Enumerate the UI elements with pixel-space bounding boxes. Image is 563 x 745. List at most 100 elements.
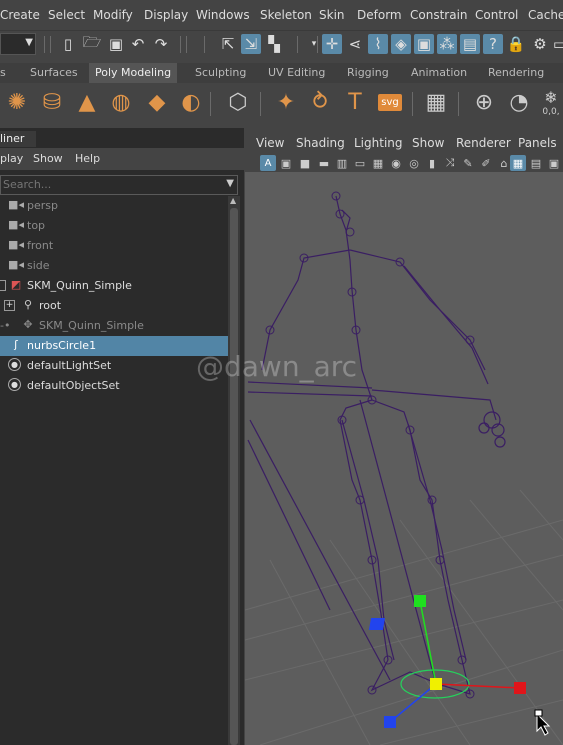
snap-view-plane-icon[interactable]: ◈ — [391, 34, 411, 54]
calculator-icon[interactable]: ▦ — [420, 86, 452, 118]
render-icon[interactable]: ⁂ — [437, 34, 457, 54]
poly-plane-icon[interactable]: ◆ — [141, 86, 173, 118]
outliner-scrollbar[interactable]: ▲ — [228, 196, 240, 745]
menu-select[interactable]: Select — [48, 8, 85, 22]
manip-z-handle[interactable] — [384, 716, 396, 728]
viewport-scene[interactable] — [245, 172, 563, 745]
manip-center-handle[interactable] — [430, 678, 442, 690]
menu-constrain[interactable]: Constrain — [410, 8, 468, 22]
sweep-mesh-icon[interactable]: ⥁ — [304, 86, 336, 118]
menu-display[interactable]: Display — [144, 8, 188, 22]
manip-x-handle[interactable] — [514, 682, 526, 694]
scrollbar-thumb[interactable] — [230, 208, 238, 745]
outliner-menu-show[interactable]: Show — [33, 152, 63, 165]
outliner-item-side[interactable]: ■◂ side — [0, 256, 228, 276]
poly-torus-icon[interactable]: ◍ — [105, 86, 137, 118]
menu-create[interactable]: Create — [0, 8, 40, 22]
timer-icon[interactable]: ◔ — [503, 86, 535, 118]
chevron-down-icon[interactable]: ▾ — [304, 34, 324, 54]
viewport-menu-view[interactable]: View — [256, 136, 284, 150]
search-input[interactable] — [3, 177, 213, 191]
camera-icon[interactable]: ◉ — [388, 155, 404, 171]
save-scene-icon[interactable]: ▣ — [106, 34, 126, 54]
redo-icon[interactable]: ↷ — [151, 34, 171, 54]
outliner-item-skm-quinn-simple[interactable]: ◩ SKM_Quinn_Simple — [0, 276, 228, 296]
snap-point-icon[interactable]: ⌇ — [368, 34, 388, 54]
poly-disc-icon[interactable]: ◐ — [175, 86, 207, 118]
select-object-icon[interactable]: ⇲ — [241, 34, 261, 54]
outliner-menu-help[interactable]: Help — [75, 152, 100, 165]
resolution-gate-icon[interactable]: ◎ — [406, 155, 422, 171]
outliner-item-default-object-set[interactable]: ● defaultObjectSet — [0, 376, 228, 396]
menu-control[interactable]: Control — [475, 8, 518, 22]
manip-y-handle[interactable] — [414, 595, 426, 607]
select-component-icon[interactable]: ▚ — [264, 34, 284, 54]
render-settings-icon[interactable]: ⚙ — [530, 34, 550, 54]
tab-rendering[interactable]: Rendering — [488, 66, 544, 79]
tab-uv-editing[interactable]: UV Editing — [268, 66, 325, 79]
viewport-menu-renderer[interactable]: Renderer — [456, 136, 511, 150]
text-mode-icon[interactable]: A — [260, 155, 276, 171]
menu-skin[interactable]: Skin — [319, 8, 345, 22]
type-tool-icon[interactable]: T — [339, 86, 371, 118]
viewport-menu-shading[interactable]: Shading — [296, 136, 345, 150]
viewport-menu-lighting[interactable]: Lighting — [354, 136, 403, 150]
film-icon[interactable]: ▦ — [370, 155, 386, 171]
poly-cone-icon[interactable]: ▲ — [71, 86, 103, 118]
select-hierarchy-icon[interactable]: ⇱ — [218, 34, 238, 54]
manip-plane-handle[interactable] — [368, 618, 386, 630]
poly-sphere-icon[interactable]: ✺ — [1, 86, 33, 118]
snap-grid-icon[interactable]: ✛ — [322, 34, 342, 54]
menu-skeleton[interactable]: Skeleton — [260, 8, 312, 22]
menu-cache[interactable]: Cache — [528, 8, 563, 22]
make-live-icon[interactable]: ▣ — [414, 34, 434, 54]
frame-icon[interactable]: ▣ — [278, 155, 294, 171]
tab-sculpting[interactable]: Sculpting — [195, 66, 246, 79]
tab-animation[interactable]: Animation — [411, 66, 467, 79]
tab-rigging[interactable]: Rigging — [347, 66, 389, 79]
scroll-up-icon[interactable]: ▲ — [230, 196, 236, 205]
2d-pan-zoom-icon[interactable]: ⤨ — [442, 155, 458, 171]
move-manipulator[interactable] — [245, 595, 526, 728]
tab-shelf-partial[interactable]: s — [0, 66, 6, 79]
platonic-solid-icon[interactable]: ⬡ — [222, 86, 254, 118]
outliner-tab[interactable]: liner — [0, 131, 36, 147]
help-icon[interactable]: ? — [483, 34, 503, 54]
menu-deform[interactable]: Deform — [357, 8, 402, 22]
menuset-dropdown[interactable]: ▼ — [0, 33, 36, 55]
outliner-item-persp[interactable]: ■◂ persp — [0, 196, 228, 216]
new-scene-icon[interactable]: ▯ — [58, 34, 78, 54]
menu-windows[interactable]: Windows — [196, 8, 250, 22]
open-scene-icon[interactable]: 🗁 — [82, 33, 102, 54]
outliner-item-nurbs-circle[interactable]: ʃ nurbsCircle1 — [0, 336, 228, 356]
image-plane-icon[interactable]: ▬ — [316, 155, 332, 171]
outliner-search-field[interactable]: ▼ — [0, 175, 238, 195]
paint-icon[interactable]: ✐ — [478, 155, 494, 171]
svg-tool-icon[interactable]: svg — [374, 86, 406, 118]
expand-icon[interactable] — [0, 280, 6, 291]
grid-toggle-icon[interactable]: ▦ — [510, 155, 526, 171]
outliner-item-top[interactable]: ■◂ top — [0, 216, 228, 236]
grid-icon[interactable]: ▥ — [334, 155, 350, 171]
lock-icon[interactable]: 🔒 — [506, 34, 526, 54]
grease-pencil-icon[interactable]: ✎ — [460, 155, 476, 171]
tab-surfaces[interactable]: Surfaces — [30, 66, 78, 79]
expand-plus-icon[interactable]: + — [4, 300, 15, 311]
poly-cylinder-icon[interactable]: ⛁ — [36, 86, 68, 118]
wireframe-icon[interactable]: ▤ — [528, 155, 544, 171]
bookmark-icon[interactable]: ▮ — [424, 155, 440, 171]
viewport-menu-show[interactable]: Show — [412, 136, 444, 150]
outliner-item-front[interactable]: ■◂ front — [0, 236, 228, 256]
chevron-down-icon[interactable]: ▼ — [226, 178, 234, 189]
film-gate-icon[interactable]: ▭ — [352, 155, 368, 171]
viewport-menu-panels[interactable]: Panels — [518, 136, 557, 150]
outliner-item-default-light-set[interactable]: ● defaultLightSet — [0, 356, 228, 376]
outliner-item-root[interactable]: + ⚲ root — [0, 296, 228, 316]
snap-curve-icon[interactable]: ⋖ — [345, 34, 365, 54]
ipr-render-icon[interactable]: ▤ — [460, 34, 480, 54]
snowflake-icon[interactable]: ❄ 0,0, — [535, 86, 563, 118]
gizmo-icon[interactable]: ⊕ — [468, 86, 500, 118]
render-view-icon[interactable]: ▭ — [550, 34, 563, 54]
undo-icon[interactable]: ↶ — [128, 34, 148, 54]
camera-attributes-icon[interactable]: ■ — [297, 155, 313, 171]
